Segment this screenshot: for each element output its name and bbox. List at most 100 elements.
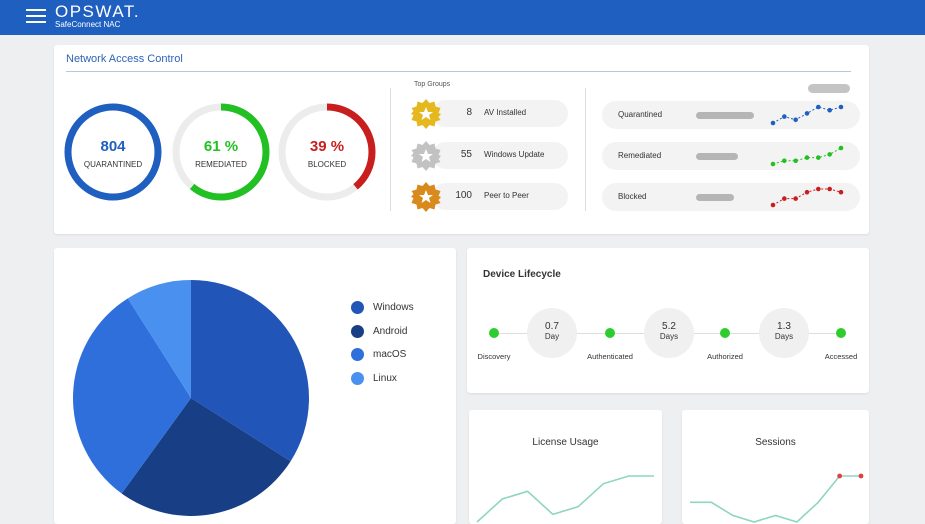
ring-value: 61 %: [203, 138, 239, 155]
sparkline-point: [782, 114, 787, 119]
license-usage-card: License Usage: [469, 410, 662, 524]
group-count: 100: [455, 190, 472, 201]
trend-line: [690, 475, 861, 523]
sparkline-point: [827, 186, 832, 192]
stat-row-remediated[interactable]: Remediated: [602, 142, 860, 170]
sparkline-point: [770, 202, 776, 208]
sparkline-point: [770, 120, 776, 126]
duration-unit: Days: [774, 332, 794, 341]
hamburger-menu-icon[interactable]: [26, 9, 46, 25]
ring-label: BLOCKED: [307, 160, 347, 169]
stat-label: Quarantined: [618, 110, 663, 119]
remediated-sparkline: [770, 145, 844, 167]
blocked-ring[interactable]: 39 % BLOCKED: [277, 102, 377, 202]
top-group-row[interactable]: 8 AV Installed: [410, 98, 570, 129]
top-group-row[interactable]: 55 Windows Update: [410, 140, 570, 171]
legend-label: macOS: [373, 349, 407, 360]
legend-dot: [351, 348, 364, 361]
stage-label: Authenticated: [587, 352, 633, 361]
sparkline-point: [804, 111, 810, 116]
os-pie-chart[interactable]: [64, 248, 314, 524]
stat-bar: [696, 112, 754, 119]
stat-label: Remediated: [618, 151, 662, 160]
stat-bar: [696, 153, 738, 160]
stage-dot[interactable]: [489, 328, 499, 338]
device-lifecycle-card: Device Lifecycle Discovery 0.7 Day Authe…: [467, 248, 869, 393]
stage-label: Authorized: [707, 352, 743, 361]
sparkline-point: [827, 107, 832, 113]
sparkline-point: [782, 196, 787, 201]
sparkline-point: [782, 158, 787, 164]
group-name: Windows Update: [484, 150, 545, 159]
stat-row-quarantined[interactable]: Quarantined: [602, 101, 860, 129]
gold-badge-icon: [411, 99, 441, 129]
remediated-ring[interactable]: 61 % REMEDIATED: [171, 102, 271, 202]
placeholder-bar: [808, 84, 850, 93]
sparkline-point: [804, 155, 810, 160]
card-title: Network Access Control: [66, 53, 183, 65]
group-name: Peer to Peer: [484, 191, 529, 200]
license-usage-chart[interactable]: [469, 410, 662, 524]
brand-subtitle: SafeConnect NAC: [55, 20, 121, 29]
sparkline-point: [804, 189, 810, 195]
legend-label: Windows: [373, 302, 414, 313]
brand: OPSWAT. SafeConnect NAC: [55, 3, 140, 30]
duration-unit: Day: [544, 332, 560, 341]
stage-dot[interactable]: [720, 328, 730, 338]
sparkline-point: [793, 117, 798, 123]
duration-bubble: 5.2 Days: [644, 308, 694, 358]
stat-bar: [696, 194, 734, 201]
stage-dot[interactable]: [836, 328, 846, 338]
stat-label: Blocked: [618, 192, 647, 201]
trend-point: [837, 473, 843, 479]
sparkline-point: [838, 104, 844, 110]
stage-label: Discovery: [477, 352, 511, 361]
sparkline-point: [793, 158, 798, 164]
ring-value: 804: [100, 138, 126, 155]
bronze-badge-icon: [411, 182, 441, 212]
duration-unit: Days: [659, 332, 679, 341]
top-bar: OPSWAT. SafeConnect NAC: [0, 0, 925, 35]
silver-badge-icon: [411, 141, 441, 171]
duration-value: 0.7: [545, 321, 559, 332]
legend-label: Android: [373, 326, 408, 337]
sparkline-point: [816, 104, 821, 110]
stage-dot[interactable]: [605, 328, 615, 338]
group-count: 55: [460, 149, 472, 160]
brand-name: OPSWAT.: [55, 2, 141, 21]
top-groups-title: Top Groups: [414, 81, 451, 88]
legend-label: Linux: [373, 373, 397, 384]
duration-value: 5.2: [662, 321, 676, 332]
group-count: 8: [466, 107, 472, 118]
sparkline-point: [770, 161, 776, 167]
trend-line: [476, 475, 654, 523]
card-title: Device Lifecycle: [483, 269, 561, 280]
ring-value: 39 %: [309, 138, 345, 155]
legend-dot: [351, 325, 364, 338]
divider: [585, 88, 586, 211]
stage-label: Accessed: [824, 352, 858, 361]
sparkline-point: [838, 145, 844, 151]
ring-label: REMEDIATED: [195, 160, 247, 169]
sparkline-point: [816, 186, 821, 192]
divider: [390, 88, 391, 211]
duration-bubble: 1.3 Days: [759, 308, 809, 358]
sessions-card: Sessions: [682, 410, 869, 524]
sparkline-point: [793, 196, 798, 201]
ring-label: QUARANTINED: [83, 160, 143, 169]
quarantined-sparkline: [770, 104, 844, 126]
sessions-chart[interactable]: [682, 410, 869, 524]
os-distribution-card: Windows Android macOS Linux: [54, 248, 456, 524]
duration-value: 1.3: [777, 321, 791, 332]
sparkline-point: [827, 152, 832, 157]
stat-row-blocked[interactable]: Blocked: [602, 183, 860, 211]
duration-bubble: 0.7 Day: [527, 308, 577, 358]
blocked-sparkline: [770, 186, 844, 208]
network-access-control-card: Network Access Control 804 QUARANTINED 6…: [54, 45, 869, 234]
sparkline-point: [816, 155, 821, 160]
legend-dot: [351, 301, 364, 314]
quarantined-ring[interactable]: 804 QUARANTINED: [63, 102, 163, 202]
top-group-row[interactable]: 100 Peer to Peer: [410, 181, 570, 212]
group-name: AV Installed: [484, 108, 527, 117]
title-divider: [66, 71, 851, 72]
